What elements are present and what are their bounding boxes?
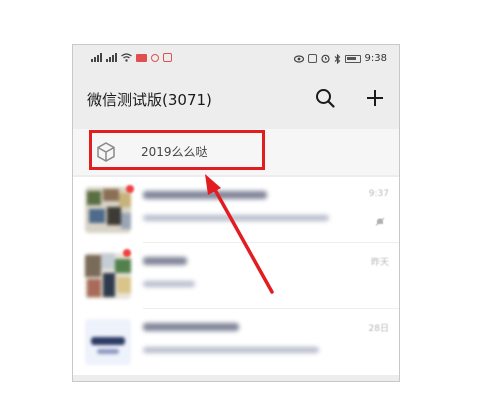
phone-screen: 9:38 微信测试版(3071) 2019么么哒 9:37 昨天 28日: [72, 44, 400, 382]
signal-icon: [91, 53, 102, 62]
chat-avatar: [85, 253, 131, 299]
signal-icon: [106, 53, 117, 62]
status-left-icons: [91, 53, 172, 62]
chat-list-item[interactable]: 9:37: [73, 177, 399, 243]
chat-list-item[interactable]: 昨天: [73, 243, 399, 309]
chat-preview: [143, 281, 195, 287]
chat-avatar: [85, 187, 131, 233]
chat-name: [143, 257, 187, 265]
page-title: 微信测试版(3071): [87, 91, 212, 109]
chat-time: 9:37: [368, 189, 389, 199]
mute-icon: [375, 217, 385, 226]
battery-icon: [344, 54, 361, 63]
nfc-icon: [307, 54, 317, 63]
annotation-highlight-box: [89, 130, 265, 170]
bluetooth-icon: [334, 53, 340, 64]
notification-badge: [151, 53, 159, 62]
status-time: 9:38: [364, 53, 387, 64]
chat-avatar: [85, 319, 131, 365]
unread-dot: [126, 185, 134, 193]
status-right-icons: 9:38: [293, 53, 387, 64]
notification-badge: [163, 53, 172, 62]
status-bar: 9:38: [73, 45, 399, 73]
add-icon[interactable]: [363, 86, 387, 110]
notification-badge: [136, 53, 147, 62]
chat-name: [143, 191, 267, 199]
chat-preview: [143, 347, 319, 353]
chat-preview: [143, 215, 329, 221]
unread-dot: [123, 249, 131, 257]
search-icon[interactable]: [313, 86, 337, 110]
chat-time: 28日: [368, 324, 389, 334]
chat-time: 昨天: [370, 258, 389, 268]
chat-name: [143, 323, 239, 331]
eye-icon: [293, 54, 304, 63]
alarm-icon: [320, 54, 330, 63]
wifi-icon: [121, 53, 132, 62]
chat-list-item[interactable]: 28日: [73, 309, 399, 375]
